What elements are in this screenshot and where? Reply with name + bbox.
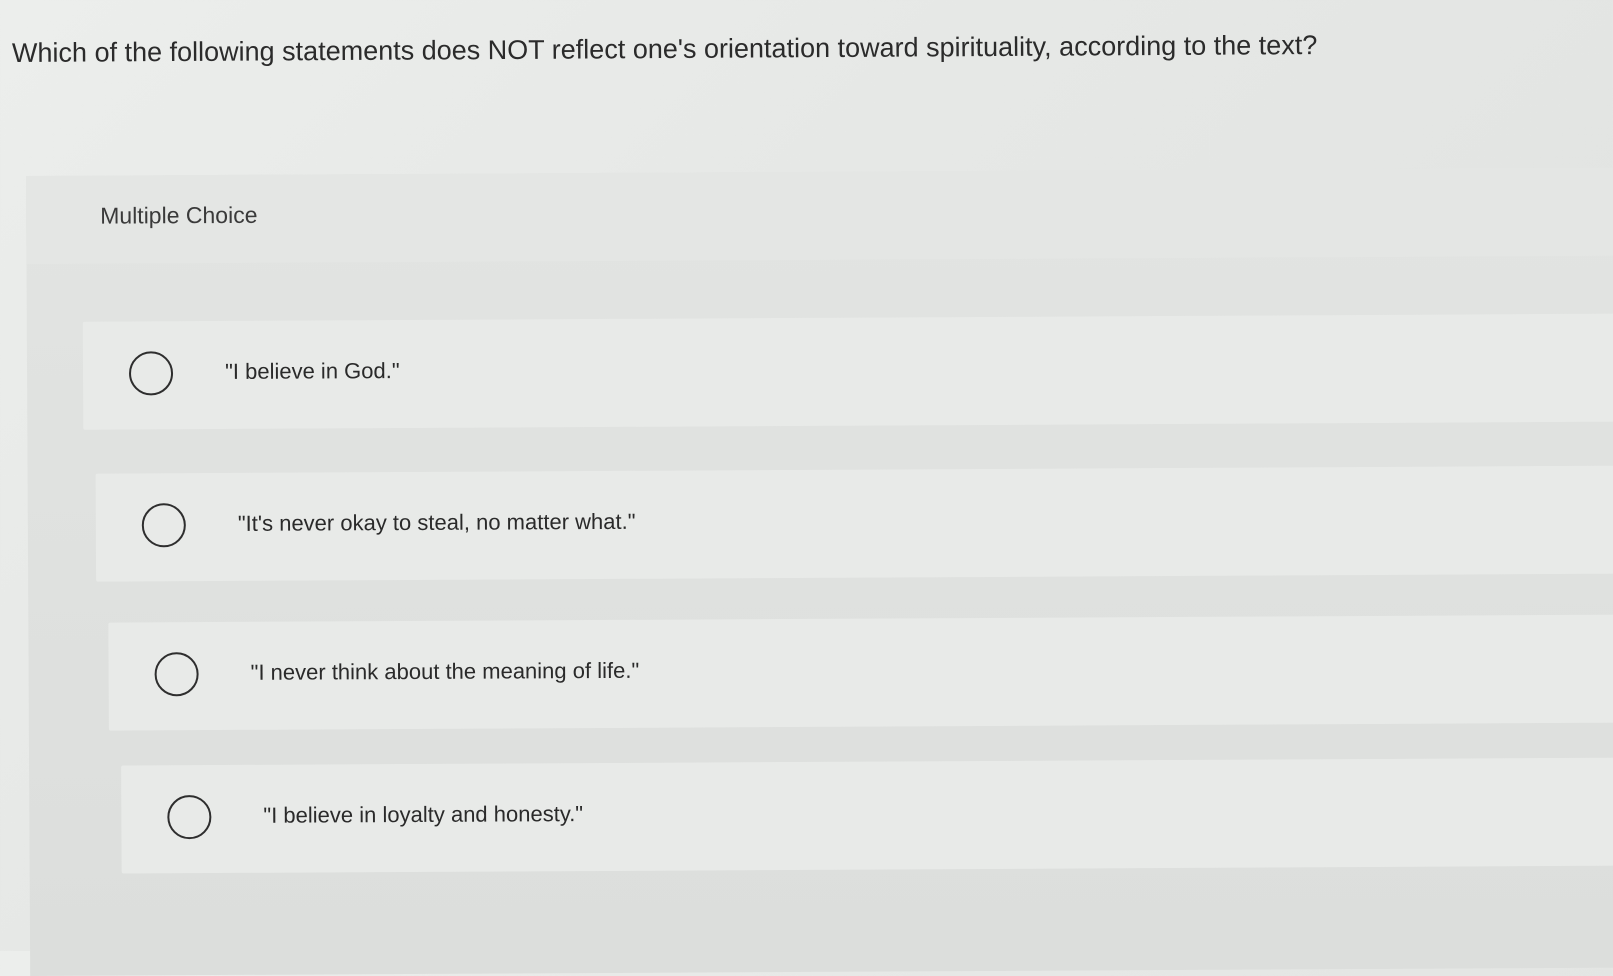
answer-option-label-1: "I believe in God." xyxy=(224,358,400,384)
answer-option-label-3: "I never think about the meaning of life… xyxy=(250,657,640,685)
answer-option-label-4: "I believe in loyalty and honesty." xyxy=(263,801,584,828)
radio-button-3[interactable] xyxy=(154,652,199,697)
radio-button-4[interactable] xyxy=(167,795,212,840)
radio-button-2[interactable] xyxy=(141,503,186,548)
question-type-label: Multiple Choice xyxy=(100,201,258,229)
question-prompt: Which of the following statements does N… xyxy=(11,30,1318,68)
answer-option-2[interactable]: "It's never okay to steal, no matter wha… xyxy=(95,465,1613,582)
panel-header: Multiple Choice xyxy=(26,167,1613,264)
radio-button-1[interactable] xyxy=(128,351,174,396)
answer-option-label-2: "It's never okay to steal, no matter wha… xyxy=(237,508,636,536)
answer-option-4[interactable]: "I believe in loyalty and honesty." xyxy=(121,757,1613,874)
answer-option-1[interactable]: "I believe in God." xyxy=(82,313,1613,430)
answer-option-3[interactable]: "I never think about the meaning of life… xyxy=(108,614,1613,731)
multiple-choice-panel: Multiple Choice "I believe in God." "It'… xyxy=(26,167,1613,976)
